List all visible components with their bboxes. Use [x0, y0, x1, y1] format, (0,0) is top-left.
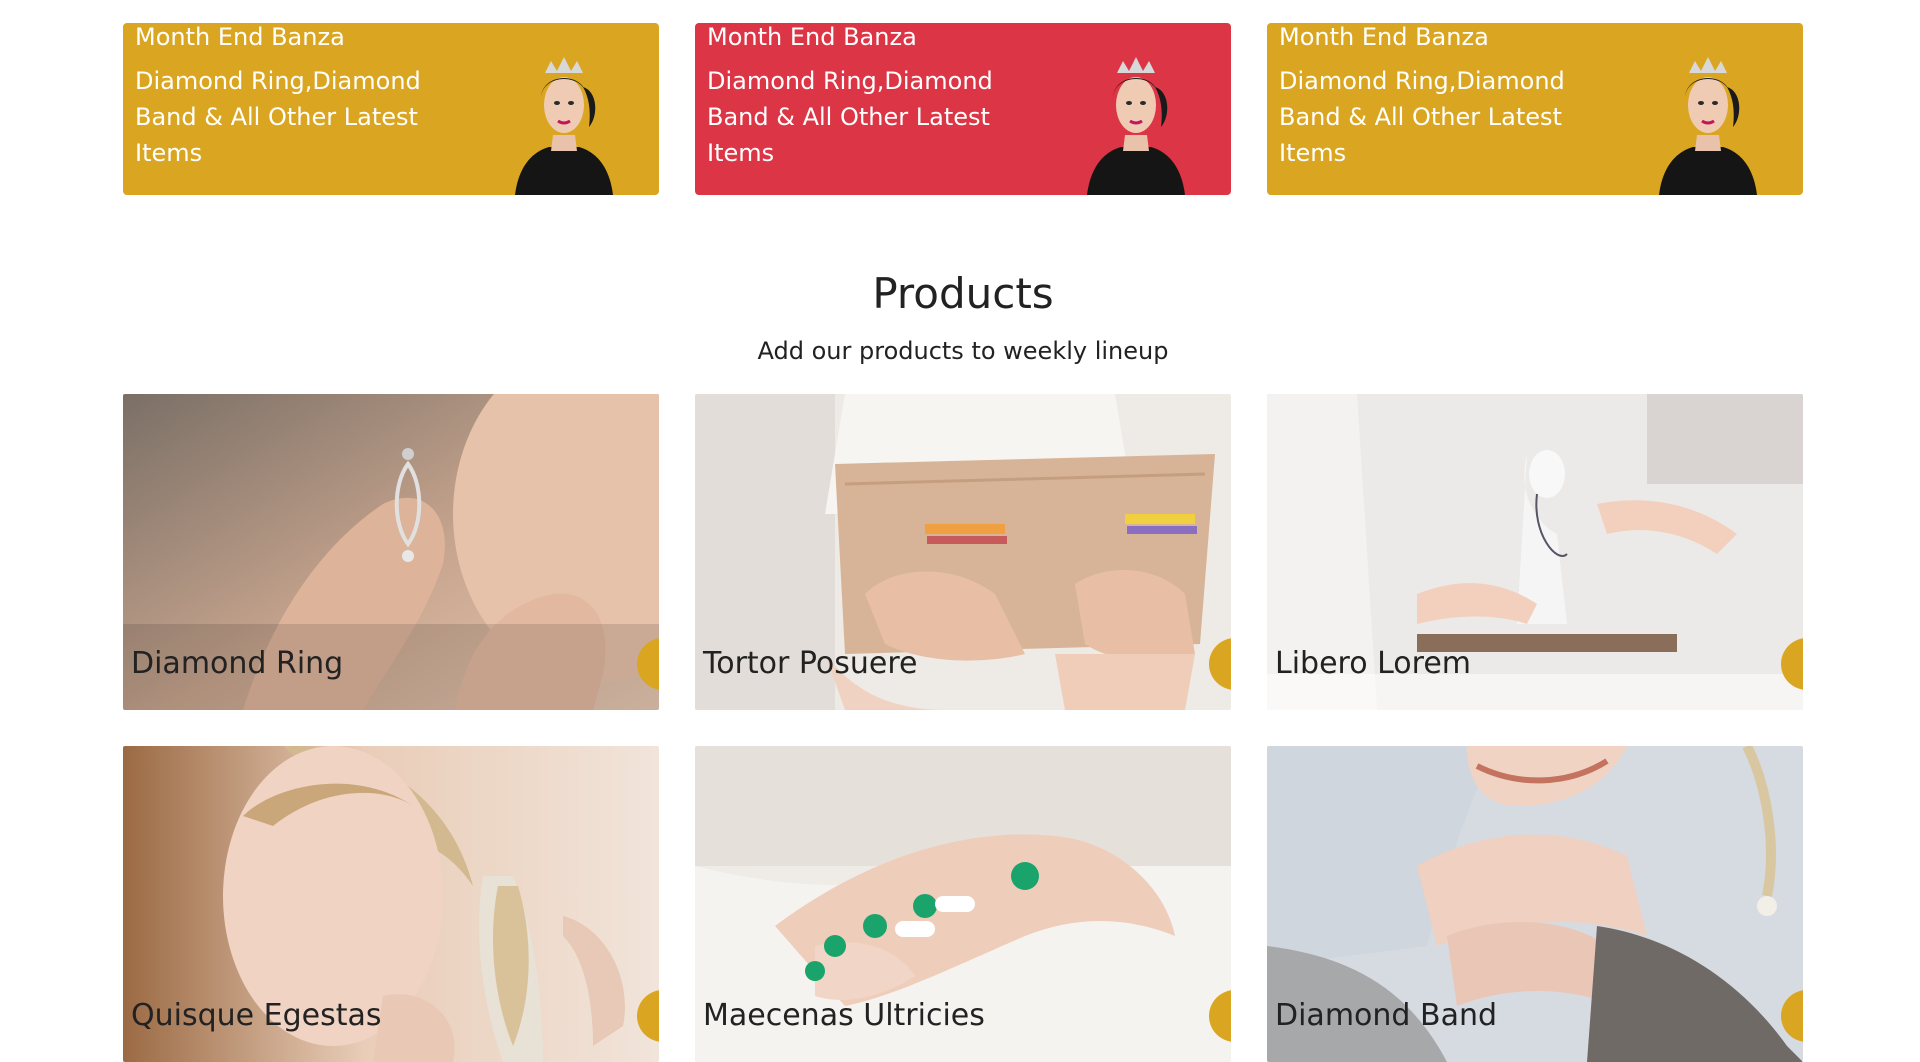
product-card[interactable]: Maecenas Ultricies: [695, 746, 1231, 1062]
product-card[interactable]: Diamond Band: [1267, 746, 1803, 1062]
banner-heading: Month End Banza: [1279, 23, 1489, 51]
product-name: Quisque Egestas: [131, 998, 382, 1033]
product-card[interactable]: Diamond Ring: [123, 394, 659, 710]
model-photo: [515, 57, 613, 195]
section-title: Products: [872, 269, 1054, 318]
banner-heading: Month End Banza: [707, 23, 917, 51]
banner-text: Diamond Ring,Diamond Band & All Other La…: [135, 67, 421, 167]
section-subtitle: Add our products to weekly lineup: [757, 337, 1169, 365]
model-photo: [1087, 57, 1185, 195]
product-grid: Diamond Ring Tortor Posuere Libero Lorem…: [123, 394, 1803, 1062]
product-card[interactable]: Quisque Egestas: [123, 746, 659, 1062]
product-name: Maecenas Ultricies: [703, 998, 985, 1033]
banner-text: Diamond Ring,Diamond Band & All Other La…: [707, 67, 993, 167]
product-card[interactable]: Libero Lorem: [1267, 394, 1803, 710]
product-name: Diamond Band: [1275, 998, 1498, 1033]
model-photo: [1659, 57, 1757, 195]
product-name: Diamond Ring: [131, 646, 344, 681]
product-name: Tortor Posuere: [703, 646, 918, 681]
banner-heading: Month End Banza: [135, 23, 345, 51]
promo-banner-1[interactable]: Month End Banza Diamond Ring,Diamond Ban…: [123, 23, 659, 195]
banner-text: Diamond Ring,Diamond Band & All Other La…: [1279, 67, 1565, 167]
product-name: Libero Lorem: [1275, 646, 1472, 681]
promo-banner-3[interactable]: Month End Banza Diamond Ring,Diamond Ban…: [1267, 23, 1803, 195]
promo-banner-2[interactable]: Month End Banza Diamond Ring,Diamond Ban…: [695, 23, 1231, 195]
product-card[interactable]: Tortor Posuere: [695, 394, 1231, 710]
page: Month End Banza Diamond Ring,Diamond Ban…: [0, 0, 1920, 1062]
promo-banners: Month End Banza Diamond Ring,Diamond Ban…: [123, 23, 1803, 195]
